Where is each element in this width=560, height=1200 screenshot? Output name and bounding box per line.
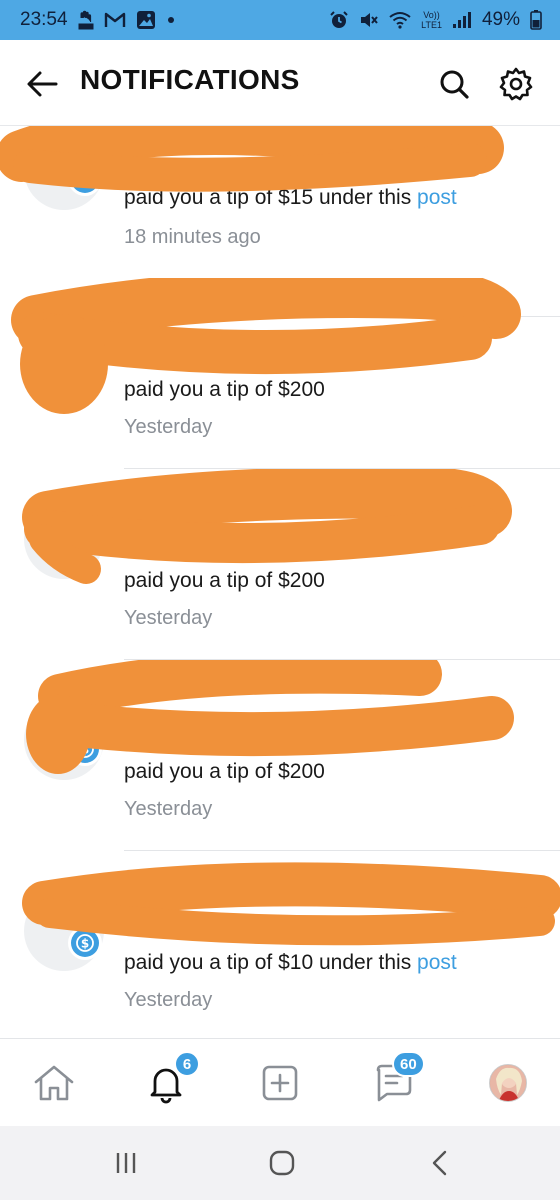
- notification-time: Yesterday: [124, 798, 213, 820]
- sender-avatar[interactable]: [24, 499, 104, 579]
- volte-icon: Vo)) LTE1: [421, 10, 442, 30]
- page-title: NOTIFICATIONS: [80, 64, 300, 95]
- back-button[interactable]: [24, 66, 60, 102]
- tip-badge: $: [68, 732, 102, 766]
- notification-time: Yesterday: [124, 989, 213, 1011]
- dollar-icon: $: [76, 934, 94, 952]
- notification-hand-icon: [78, 9, 94, 31]
- notification-message: paid you a tip of $200: [124, 569, 325, 592]
- notification-list: $ paid you a tip of $15 under this post …: [0, 126, 560, 1038]
- notification-item[interactable]: $ paid you a tip of $10 under this post …: [0, 851, 560, 1038]
- notification-message: paid you a tip of $10 under this post: [124, 951, 457, 974]
- sender-avatar[interactable]: [24, 318, 104, 398]
- notification-item[interactable]: paid you a tip of $200 Yesterday: [0, 469, 560, 660]
- search-icon: [440, 70, 469, 99]
- battery-percent: 49%: [481, 9, 520, 30]
- status-bar-left: 23:54: [20, 9, 176, 31]
- notification-time: 18 minutes ago: [124, 226, 261, 248]
- app-header: NOTIFICATIONS: [0, 40, 560, 126]
- home-system-button[interactable]: [262, 1146, 302, 1180]
- home-button-icon: [269, 1150, 295, 1176]
- clock: 23:54: [20, 9, 68, 30]
- mute-icon: [359, 9, 379, 31]
- bottom-nav: 6 60: [0, 1038, 560, 1126]
- svg-text:$: $: [81, 743, 89, 757]
- system-navigation-bar: [0, 1126, 560, 1200]
- tip-badge: $: [68, 926, 102, 960]
- recents-icon: [116, 1153, 136, 1173]
- dot-icon: [166, 9, 176, 31]
- notification-time: Yesterday: [124, 607, 213, 629]
- notification-message: paid you a tip of $200: [124, 378, 325, 401]
- add-post-icon: [262, 1065, 298, 1101]
- notification-message: paid you a tip of $15 under this post: [124, 186, 457, 209]
- back-icon: [432, 1150, 447, 1176]
- arrow-left-icon: [27, 71, 58, 97]
- notifications-count-badge: 6: [174, 1051, 200, 1077]
- nav-add-post[interactable]: [256, 1059, 304, 1107]
- post-link[interactable]: post: [417, 951, 457, 974]
- nav-home[interactable]: [30, 1059, 78, 1107]
- battery-icon: [530, 9, 542, 31]
- tip-badge: $: [68, 162, 102, 196]
- wifi-icon: [389, 9, 411, 31]
- profile-avatar: [489, 1064, 527, 1102]
- status-bar-right: Vo)) LTE1 49%: [329, 9, 542, 31]
- status-bar: 23:54 Vo)) LTE1 49%: [0, 0, 560, 40]
- post-link[interactable]: post: [417, 186, 457, 209]
- recents-button[interactable]: [106, 1146, 146, 1180]
- svg-text:$: $: [81, 937, 89, 951]
- notification-item[interactable]: $ paid you a tip of $200 Yesterday: [0, 660, 560, 851]
- notification-message: paid you a tip of $200: [124, 760, 325, 783]
- alarm-icon: [329, 9, 349, 31]
- dollar-icon: $: [76, 740, 94, 758]
- signal-icon: [452, 9, 472, 31]
- nav-profile[interactable]: [484, 1059, 532, 1107]
- search-button[interactable]: [434, 64, 474, 104]
- notification-item[interactable]: paid you a tip of $200 Yesterday: [0, 278, 560, 469]
- gallery-icon: [136, 9, 156, 31]
- settings-button[interactable]: [496, 64, 536, 104]
- gear-icon: [499, 67, 533, 101]
- svg-text:$: $: [81, 173, 89, 187]
- notification-time: Yesterday: [124, 416, 213, 438]
- back-system-button[interactable]: [420, 1146, 460, 1180]
- messages-count-badge: 60: [392, 1051, 425, 1077]
- dollar-icon: $: [76, 170, 94, 188]
- home-icon: [34, 1065, 74, 1101]
- gmail-icon: [104, 9, 126, 31]
